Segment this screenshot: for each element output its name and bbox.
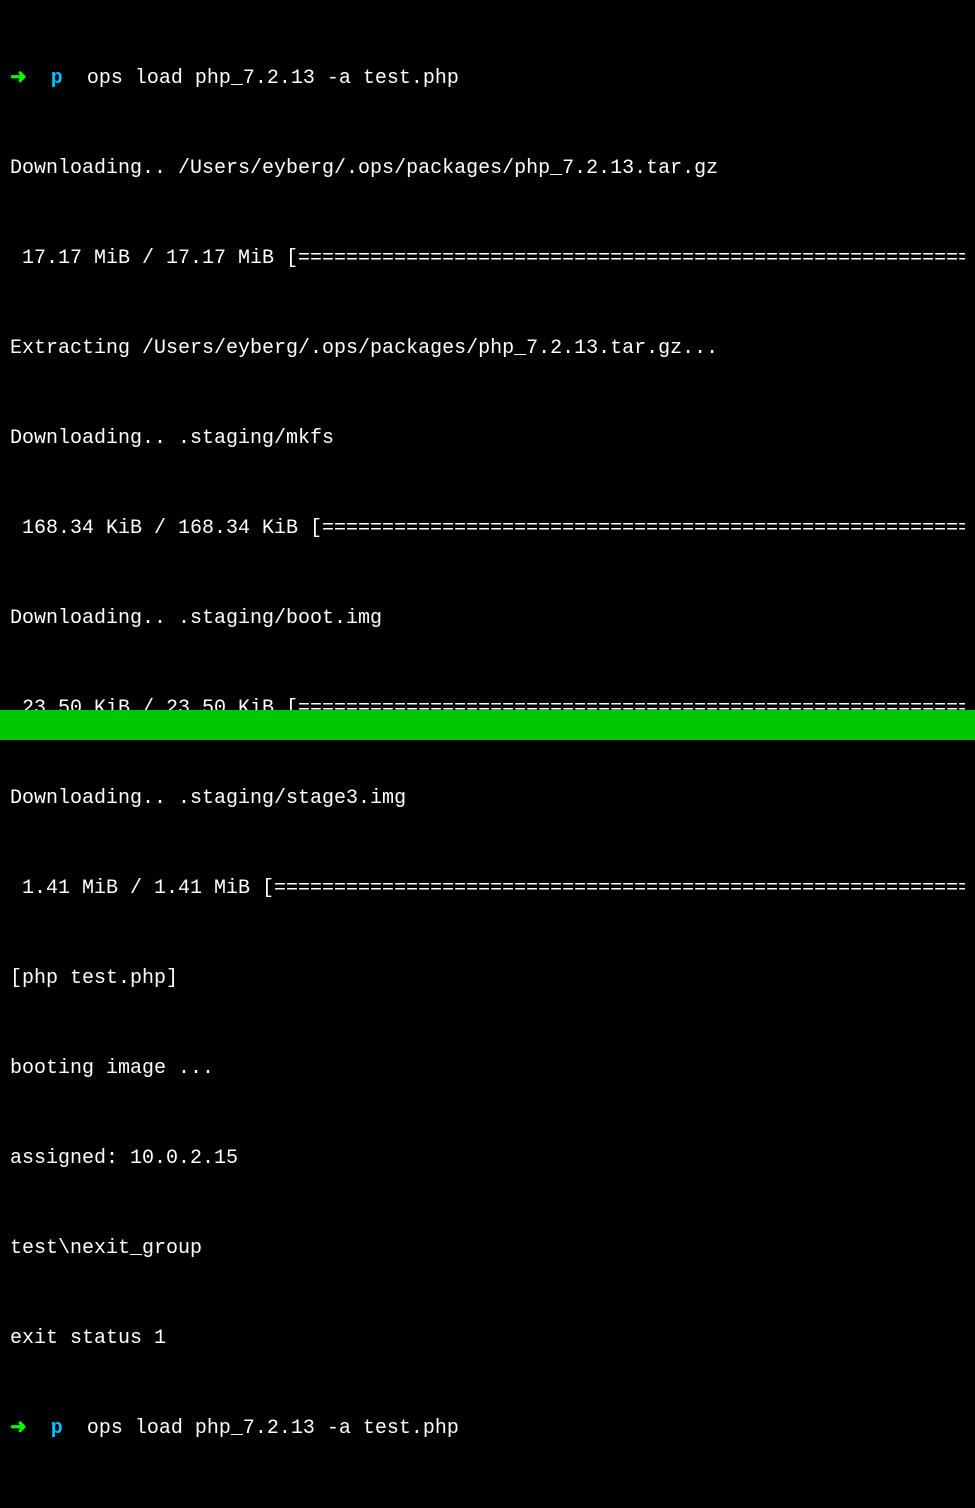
prompt-line-2: ➜ p ops load php_7.2.13 -a test.php [10, 1414, 965, 1444]
output-line: Extracting /Users/eyberg/.ops/packages/p… [10, 1504, 965, 1508]
command-1: ops load php_7.2.13 -a test.php [87, 67, 459, 90]
output-line: Downloading.. /Users/eyberg/.ops/package… [10, 154, 965, 184]
progress-line: 17.17 MiB / 17.17 MiB [=================… [10, 244, 965, 274]
progress-line: 1.41 MiB / 1.41 MiB [===================… [10, 874, 965, 904]
prompt-arrow-icon: ➜ [10, 1417, 27, 1440]
output-line: Downloading.. .staging/mkfs [10, 424, 965, 454]
output-line: exit status 1 [10, 1324, 965, 1354]
output-line: Downloading.. .staging/boot.img [10, 604, 965, 634]
output-line: booting image ... [10, 1054, 965, 1084]
output-line: assigned: 10.0.2.15 [10, 1144, 965, 1174]
progress-line: 168.34 KiB / 168.34 KiB [===============… [10, 514, 965, 544]
output-line: test\nexit_group [10, 1234, 965, 1264]
statusbar-text: [0] 1:ops* [30, 743, 150, 766]
prompt-arrow-icon: ➜ [10, 67, 27, 90]
prompt-dir: p [51, 1417, 63, 1440]
command-2: ops load php_7.2.13 -a test.php [87, 1417, 459, 1440]
tmux-statusbar: [0] 1:ops* [0, 710, 975, 740]
output-line: [php test.php] [10, 964, 965, 994]
prompt-dir: p [51, 67, 63, 90]
output-line: Extracting /Users/eyberg/.ops/packages/p… [10, 334, 965, 364]
prompt-line-1: ➜ p ops load php_7.2.13 -a test.php [10, 64, 965, 94]
output-line: Downloading.. .staging/stage3.img [10, 784, 965, 814]
